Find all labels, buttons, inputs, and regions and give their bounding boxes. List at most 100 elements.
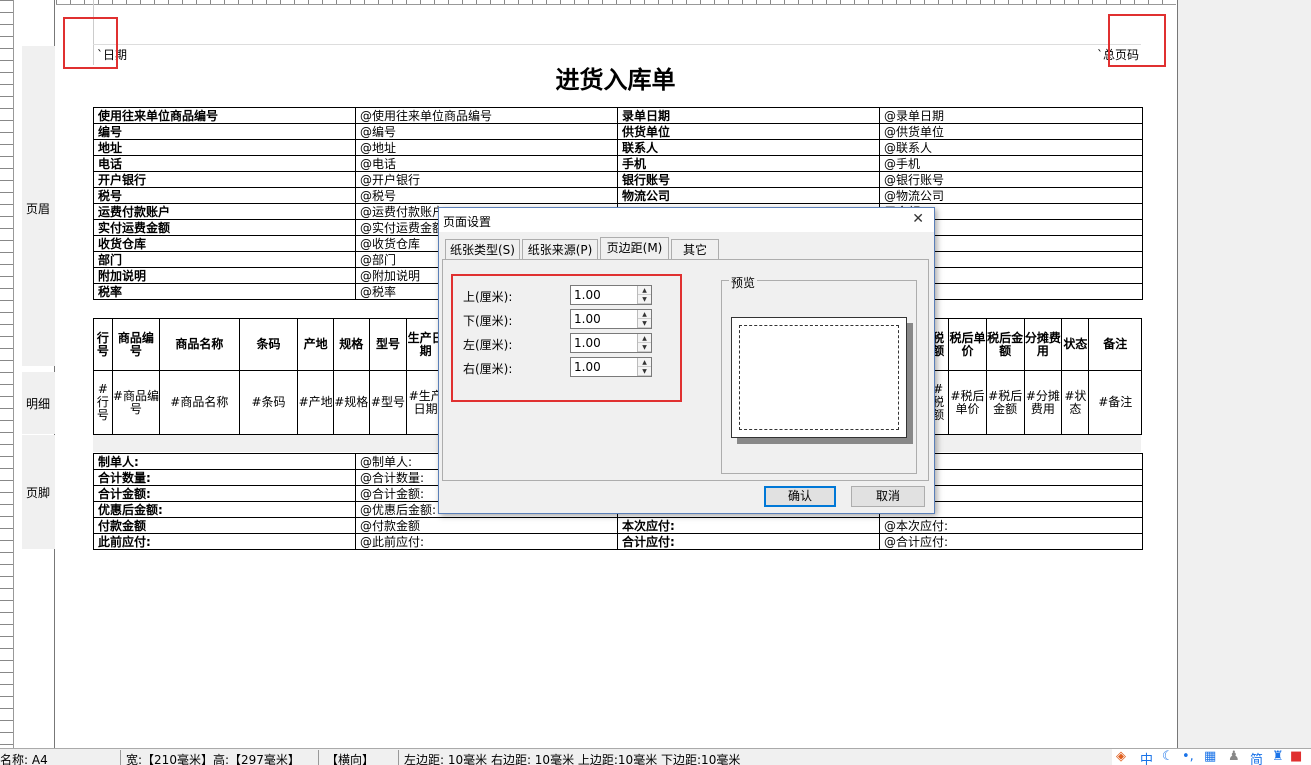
detail-header-cell[interactable]: 税后单价 xyxy=(948,318,987,371)
spin-up-icon[interactable]: ▲ xyxy=(638,358,651,367)
detail-header-cell[interactable]: 税后金额 xyxy=(985,318,1025,371)
info-field-cell[interactable]: @税号 xyxy=(355,187,618,204)
detail-header-cell[interactable]: 规格 xyxy=(332,318,370,371)
detail-header-cell[interactable]: 行号 xyxy=(93,318,113,371)
bottom-margin-spinner[interactable]: 1.00 ▲ ▼ xyxy=(570,309,652,329)
detail-data-cell[interactable]: #分摊费用 xyxy=(1023,370,1063,435)
footer-label-cell[interactable]: 合计应付: xyxy=(617,533,880,550)
keyboard-icon[interactable]: ▦ xyxy=(1204,749,1216,764)
detail-data-cell[interactable]: #行号 xyxy=(93,370,113,435)
info-field-cell[interactable]: @银行账号 xyxy=(879,171,1143,188)
info-field-cell[interactable]: @联系人 xyxy=(879,139,1143,156)
detail-header-cell[interactable]: 备注 xyxy=(1088,318,1142,371)
info-label-cell[interactable]: 使用往来单位商品编号 xyxy=(93,107,356,124)
user-icon[interactable]: ♟ xyxy=(1228,749,1240,764)
top-margin-value[interactable]: 1.00 xyxy=(574,288,601,302)
info-label-cell[interactable]: 税号 xyxy=(93,187,356,204)
tab-other[interactable]: 其它 xyxy=(671,239,719,259)
info-label-cell[interactable]: 税率 xyxy=(93,283,356,300)
bottom-margin-value[interactable]: 1.00 xyxy=(574,312,601,326)
info-label-cell[interactable]: 电话 xyxy=(93,155,356,172)
tab-paper-type[interactable]: 纸张类型(S) xyxy=(445,239,520,259)
info-label-cell[interactable]: 开户银行 xyxy=(93,171,356,188)
spin-up-icon[interactable]: ▲ xyxy=(638,310,651,319)
detail-header-cell[interactable]: 型号 xyxy=(368,318,408,371)
info-label-cell[interactable]: 运费付款账户 xyxy=(93,203,356,220)
detail-data-cell[interactable]: #产地 xyxy=(297,370,334,435)
footer-field-cell[interactable]: @付款金额 xyxy=(355,517,618,534)
report-title[interactable]: 进货入库单 xyxy=(0,60,1231,95)
info-label-cell[interactable]: 手机 xyxy=(617,155,880,172)
tshirt-icon[interactable]: ♜ xyxy=(1272,749,1284,764)
right-margin-spinner[interactable]: 1.00 ▲ ▼ xyxy=(570,357,652,377)
top-margin-spinner[interactable]: 1.00 ▲ ▼ xyxy=(570,285,652,305)
info-field-cell[interactable]: @手机 xyxy=(879,155,1143,172)
info-field-cell[interactable]: @物流公司 xyxy=(879,187,1143,204)
detail-data-cell[interactable]: #规格 xyxy=(332,370,370,435)
info-label-cell[interactable]: 编号 xyxy=(93,123,356,140)
info-label-cell[interactable]: 部门 xyxy=(93,251,356,268)
left-margin-value[interactable]: 1.00 xyxy=(574,336,601,350)
footer-label-cell[interactable]: 制单人: xyxy=(93,453,356,470)
info-field-cell[interactable]: @录单日期 xyxy=(879,107,1143,124)
detail-data-cell[interactable]: #备注 xyxy=(1088,370,1142,435)
spin-down-icon[interactable]: ▼ xyxy=(638,319,651,328)
spin-up-icon[interactable]: ▲ xyxy=(638,286,651,295)
ime-simplified[interactable]: 简 xyxy=(1250,749,1263,765)
footer-label-cell[interactable]: 合计金额: xyxy=(93,485,356,502)
detail-header-cell[interactable]: 条码 xyxy=(238,318,299,371)
info-label-cell[interactable]: 收货仓库 xyxy=(93,235,356,252)
ok-button[interactable]: 确认 xyxy=(764,486,836,507)
moon-icon[interactable]: ☾ xyxy=(1162,749,1174,764)
footer-label-cell[interactable]: 付款金额 xyxy=(93,517,356,534)
info-field-cell[interactable]: @地址 xyxy=(355,139,618,156)
punctuation-icon[interactable]: •, xyxy=(1182,749,1194,764)
detail-data-cell[interactable]: #商品名称 xyxy=(159,370,240,435)
cancel-button[interactable]: 取消 xyxy=(851,486,925,507)
dialog-titlebar[interactable]: 页面设置 ✕ xyxy=(439,208,934,232)
detail-data-cell[interactable]: #条码 xyxy=(238,370,299,435)
footer-label-cell[interactable]: 本次应付: xyxy=(617,517,880,534)
footer-label-cell[interactable]: 此前应付: xyxy=(93,533,356,550)
footer-field-cell[interactable]: @此前应付: xyxy=(355,533,618,550)
info-label-cell[interactable]: 供货单位 xyxy=(617,123,880,140)
right-margin-value[interactable]: 1.00 xyxy=(574,360,601,374)
info-label-cell[interactable]: 银行账号 xyxy=(617,171,880,188)
detail-data-cell[interactable]: #型号 xyxy=(368,370,408,435)
footer-field-cell[interactable]: @本次应付: xyxy=(879,517,1143,534)
ime-logo-icon[interactable]: ◈ xyxy=(1116,749,1126,764)
detail-header-cell[interactable]: 产地 xyxy=(297,318,334,371)
info-label-cell[interactable]: 录单日期 xyxy=(617,107,880,124)
info-field-cell[interactable]: @供货单位 xyxy=(879,123,1143,140)
info-field-cell[interactable]: @编号 xyxy=(355,123,618,140)
tab-paper-source[interactable]: 纸张来源(P) xyxy=(522,239,598,259)
spin-up-icon[interactable]: ▲ xyxy=(638,334,651,343)
spin-down-icon[interactable]: ▼ xyxy=(638,367,651,376)
detail-header-cell[interactable]: 商品编号 xyxy=(111,318,161,371)
info-field-cell[interactable]: @电话 xyxy=(355,155,618,172)
detail-header-cell[interactable]: 分摊费用 xyxy=(1023,318,1063,371)
info-field-cell[interactable]: @开户银行 xyxy=(355,171,618,188)
info-label-cell[interactable]: 实付运费金额 xyxy=(93,219,356,236)
record-icon[interactable]: ■ xyxy=(1290,749,1302,764)
footer-label-cell[interactable]: 优惠后金额: xyxy=(93,501,356,518)
info-label-cell[interactable]: 附加说明 xyxy=(93,267,356,284)
left-margin-spinner[interactable]: 1.00 ▲ ▼ xyxy=(570,333,652,353)
ime-mode-cn[interactable]: 中 xyxy=(1140,749,1153,765)
detail-header-cell[interactable]: 商品名称 xyxy=(159,318,240,371)
detail-header-cell[interactable]: 状态 xyxy=(1061,318,1090,371)
spin-down-icon[interactable]: ▼ xyxy=(638,295,651,304)
info-field-cell[interactable]: @使用往来单位商品编号 xyxy=(355,107,618,124)
close-icon[interactable]: ✕ xyxy=(912,211,924,227)
spin-down-icon[interactable]: ▼ xyxy=(638,343,651,352)
detail-data-cell[interactable]: #税后单价 xyxy=(948,370,987,435)
footer-field-cell[interactable]: @合计应付: xyxy=(879,533,1143,550)
info-label-cell[interactable]: 联系人 xyxy=(617,139,880,156)
detail-data-cell[interactable]: #状态 xyxy=(1061,370,1090,435)
tab-margins[interactable]: 页边距(M) xyxy=(600,237,669,259)
detail-data-cell[interactable]: #税后金额 xyxy=(985,370,1025,435)
info-label-cell[interactable]: 地址 xyxy=(93,139,356,156)
footer-label-cell[interactable]: 合计数量: xyxy=(93,469,356,486)
info-label-cell[interactable]: 物流公司 xyxy=(617,187,880,204)
detail-data-cell[interactable]: #商品编号 xyxy=(111,370,161,435)
